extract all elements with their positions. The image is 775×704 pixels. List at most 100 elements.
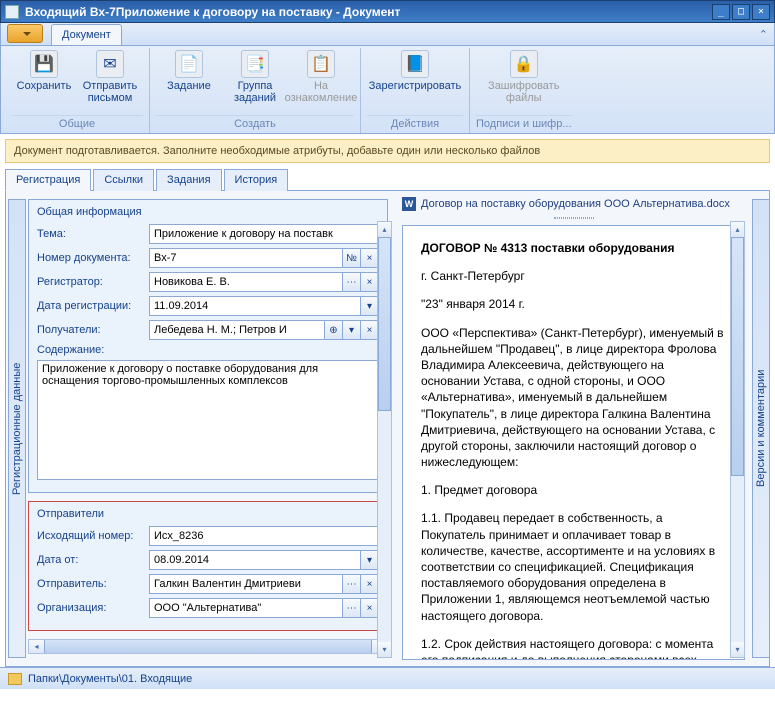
doc-city: г. Санкт-Петербург <box>421 268 726 284</box>
splitter-grip[interactable] <box>402 215 745 221</box>
recipients-dropdown-button[interactable]: ▾ <box>343 320 361 340</box>
preview-vertical-scrollbar[interactable]: ▴ ▾ <box>730 221 745 658</box>
registrar-label: Регистратор: <box>37 276 149 288</box>
register-icon: 📘 <box>401 50 429 78</box>
ribbon-group-title: Общие <box>11 115 143 133</box>
mail-icon: ✉ <box>96 50 124 78</box>
group-title: Общая информация <box>37 206 379 218</box>
scroll-up-icon[interactable]: ▴ <box>378 222 391 237</box>
status-path: Папки\Документы\01. Входящие <box>28 673 192 685</box>
doc-para: 1.2. Срок действия настоящего договора: … <box>421 636 726 660</box>
task-icon: 📄 <box>175 50 203 78</box>
subject-label: Тема: <box>37 228 149 240</box>
registrar-lookup-button[interactable]: ⋯ <box>343 272 361 292</box>
save-button[interactable]: 💾 Сохранить <box>11 48 77 104</box>
task-button[interactable]: 📄 Задание <box>156 48 222 104</box>
docnum-input[interactable] <box>149 248 343 268</box>
datefrom-label: Дата от: <box>37 554 149 566</box>
tab-registration[interactable]: Регистрация <box>5 169 91 191</box>
save-icon: 💾 <box>30 50 58 78</box>
doc-heading: ДОГОВОР № 4313 поставки оборудования <box>421 240 726 256</box>
content-label: Содержание: <box>37 344 149 356</box>
ribbon-group-title: Действия <box>367 115 463 133</box>
document-preview: ДОГОВОР № 4313 поставки оборудования г. … <box>402 225 745 660</box>
task-group-icon: 📑 <box>241 50 269 78</box>
ribbon-group-actions: 📘 Зарегистрировать Действия <box>361 48 470 133</box>
ribbon-tabstrip: Документ ⌃ <box>0 23 775 46</box>
datefrom-input[interactable] <box>149 550 361 570</box>
ribbon-group-title: Создать <box>156 115 354 133</box>
subject-input[interactable] <box>149 224 379 244</box>
window-titlebar: Входящий Вх-7Приложение к договору на по… <box>0 0 775 23</box>
lock-icon: 🔒 <box>510 50 538 78</box>
group-title: Отправители <box>37 508 379 520</box>
content-textarea[interactable] <box>37 360 379 480</box>
form-horizontal-scrollbar[interactable]: ◂ ▸ <box>28 639 388 654</box>
sender-label: Отправитель: <box>37 578 149 590</box>
app-menu-button[interactable] <box>7 24 43 43</box>
preview-filename: Договор на поставку оборудования ООО Аль… <box>421 198 730 210</box>
org-input[interactable] <box>149 598 343 618</box>
org-lookup-button[interactable]: ⋯ <box>343 598 361 618</box>
encrypt-button: 🔒 Зашифровать файлы <box>481 48 567 104</box>
tab-history[interactable]: История <box>224 169 289 191</box>
vtab-registration-data[interactable]: Регистрационные данные <box>8 199 26 658</box>
scroll-thumb[interactable] <box>378 237 391 411</box>
folder-icon <box>8 673 22 685</box>
close-button[interactable]: × <box>752 4 770 20</box>
outnum-label: Исходящий номер: <box>37 530 149 542</box>
docnum-generate-button[interactable]: № <box>343 248 361 268</box>
info-bar: Документ подготавливается. Заполните нео… <box>5 139 770 163</box>
recipients-label: Получатели: <box>37 324 149 336</box>
window-title: Входящий Вх-7Приложение к договору на по… <box>25 5 710 19</box>
tab-links[interactable]: Ссылки <box>93 169 154 191</box>
detail-tabstrip: Регистрация Ссылки Задания История <box>5 168 770 191</box>
vtab-versions-comments[interactable]: Версии и комментарии <box>752 199 770 658</box>
status-bar: Папки\Документы\01. Входящие <box>0 667 775 689</box>
ribbon-group-title: Подписи и шифр... <box>476 115 572 133</box>
general-info-group: Общая информация Тема: Номер документа: … <box>28 199 388 493</box>
minimize-button[interactable]: _ <box>712 4 730 20</box>
doc-para: ООО «Перспектива» (Санкт-Петербург), име… <box>421 325 726 471</box>
ribbon-tab-document[interactable]: Документ <box>51 24 122 45</box>
regdate-label: Дата регистрации: <box>37 300 149 312</box>
ribbon-body: 💾 Сохранить ✉ Отправить письмом Общие 📄 … <box>0 46 775 134</box>
register-button[interactable]: 📘 Зарегистрировать <box>367 48 463 92</box>
outnum-input[interactable] <box>149 526 379 546</box>
review-button: 📋 На ознакомление <box>288 48 354 104</box>
scroll-down-icon[interactable]: ▾ <box>731 642 744 657</box>
review-icon: 📋 <box>307 50 335 78</box>
scroll-left-icon[interactable]: ◂ <box>29 640 44 653</box>
content-area: Регистрационные данные Общая информация … <box>5 191 770 667</box>
scroll-thumb[interactable] <box>731 237 744 476</box>
doc-section-title: 1. Предмет договора <box>421 482 726 498</box>
maximize-button[interactable]: □ <box>732 4 750 20</box>
ribbon-group-create: 📄 Задание 📑 Группа заданий 📋 На ознакомл… <box>150 48 361 133</box>
form-pane: Регистрационные данные Общая информация … <box>6 191 396 666</box>
recipients-input[interactable] <box>149 320 325 340</box>
doc-para: 1.1. Продавец передает в собственность, … <box>421 510 726 623</box>
ribbon-collapse-icon[interactable]: ⌃ <box>759 23 768 45</box>
ribbon-group-common: 💾 Сохранить ✉ Отправить письмом Общие <box>5 48 150 133</box>
sender-input[interactable] <box>149 574 343 594</box>
registrar-input[interactable] <box>149 272 343 292</box>
recipients-expand-button[interactable]: ⊕ <box>325 320 343 340</box>
scroll-up-icon[interactable]: ▴ <box>731 222 744 237</box>
doc-date: "23" января 2014 г. <box>421 296 726 312</box>
preview-file-header[interactable]: W Договор на поставку оборудования ООО А… <box>402 197 745 211</box>
scroll-thumb[interactable] <box>44 640 372 653</box>
form-vertical-scrollbar[interactable]: ▴ ▾ <box>377 221 392 658</box>
tab-tasks[interactable]: Задания <box>156 169 221 191</box>
sender-lookup-button[interactable]: ⋯ <box>343 574 361 594</box>
preview-pane: W Договор на поставку оборудования ООО А… <box>396 191 769 666</box>
regdate-input[interactable] <box>149 296 361 316</box>
senders-group: Отправители Исходящий номер: Дата от: ▾ … <box>28 501 388 631</box>
docnum-label: Номер документа: <box>37 252 149 264</box>
task-group-button[interactable]: 📑 Группа заданий <box>222 48 288 104</box>
org-label: Организация: <box>37 602 149 614</box>
app-icon <box>5 5 19 19</box>
word-icon: W <box>402 197 416 211</box>
ribbon-group-sign: 🔒 Зашифровать файлы Подписи и шифр... <box>470 48 578 133</box>
send-mail-button[interactable]: ✉ Отправить письмом <box>77 48 143 104</box>
scroll-down-icon[interactable]: ▾ <box>378 642 391 657</box>
